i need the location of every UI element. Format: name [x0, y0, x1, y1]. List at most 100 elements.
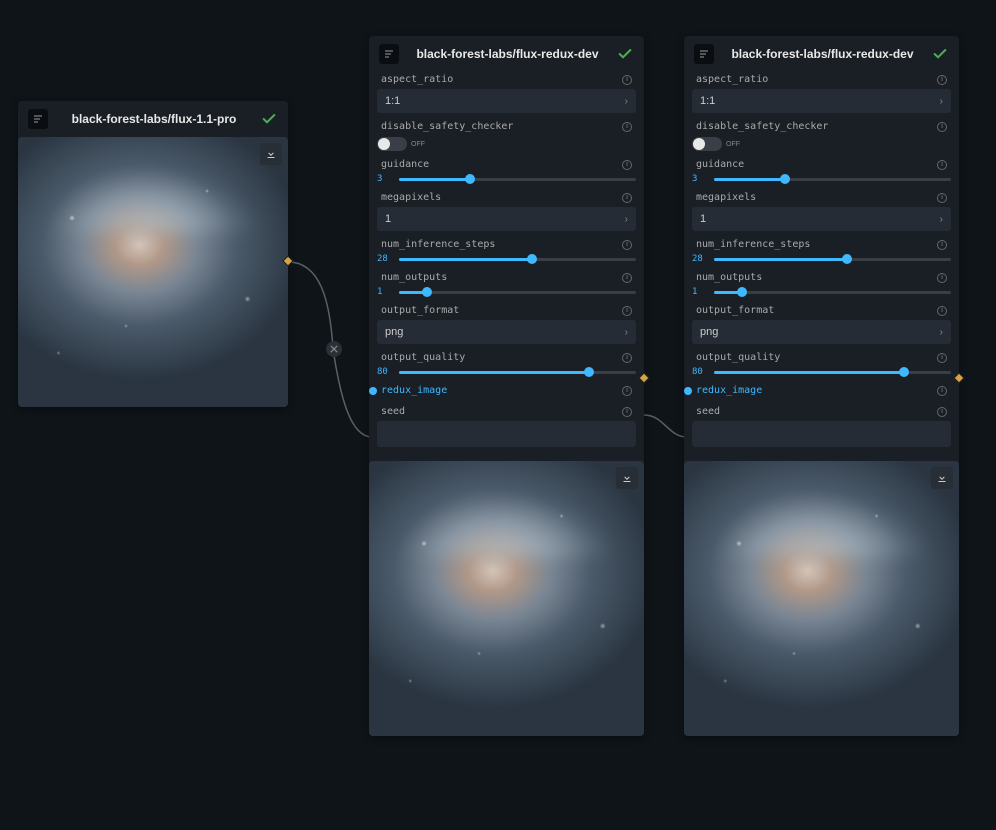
replicate-logo-icon [379, 44, 399, 64]
steps-slider[interactable] [399, 258, 636, 261]
node-header[interactable]: black-forest-labs/flux-redux-dev [684, 36, 959, 72]
param-num-outputs: num_outputs i 1 [692, 270, 951, 297]
node-flux-1.1-pro[interactable]: black-forest-labs/flux-1.1-pro [18, 101, 288, 407]
info-icon[interactable]: i [937, 386, 947, 396]
node-flux-redux-dev-a[interactable]: black-forest-labs/flux-redux-dev aspect_… [369, 36, 644, 736]
param-label: output_format [381, 305, 459, 316]
output-image[interactable] [369, 461, 644, 736]
info-icon[interactable]: i [622, 273, 632, 283]
info-icon[interactable]: i [937, 160, 947, 170]
seed-input[interactable] [692, 421, 951, 447]
chevron-right-icon: › [940, 96, 943, 107]
seed-input[interactable] [377, 421, 636, 447]
download-button[interactable] [931, 467, 953, 489]
slider-value: 1 [692, 287, 708, 297]
param-guidance: guidance i 3 [692, 157, 951, 184]
output-port[interactable] [953, 372, 964, 383]
param-label: output_quality [381, 352, 465, 363]
param-label: seed [696, 406, 720, 417]
param-disable-safety-checker: disable_safety_checker i OFF [377, 119, 636, 151]
node-header[interactable]: black-forest-labs/flux-1.1-pro [18, 101, 288, 137]
slider-value: 28 [692, 254, 708, 264]
param-aspect-ratio: aspect_ratio i 1:1 › [377, 72, 636, 113]
info-icon[interactable]: i [622, 193, 632, 203]
param-output-format: output_format i png › [692, 303, 951, 344]
info-icon[interactable]: i [622, 386, 632, 396]
output-format-select[interactable]: png › [377, 320, 636, 344]
info-icon[interactable]: i [622, 75, 632, 85]
output-image[interactable] [18, 137, 288, 407]
generated-image-placeholder [369, 461, 644, 736]
info-icon[interactable]: i [937, 353, 947, 363]
input-port[interactable] [684, 387, 692, 395]
slider-value: 80 [692, 367, 708, 377]
info-icon[interactable]: i [622, 160, 632, 170]
info-icon[interactable]: i [622, 353, 632, 363]
param-label: num_inference_steps [381, 239, 495, 250]
info-icon[interactable]: i [622, 240, 632, 250]
status-check-icon [260, 110, 278, 128]
slider-value: 80 [377, 367, 393, 377]
aspect-ratio-select[interactable]: 1:1 › [692, 89, 951, 113]
safety-checker-toggle[interactable] [377, 137, 407, 151]
input-port[interactable] [369, 387, 377, 395]
info-icon[interactable]: i [937, 122, 947, 132]
node-flux-redux-dev-b[interactable]: black-forest-labs/flux-redux-dev aspect_… [684, 36, 959, 736]
param-label: disable_safety_checker [696, 121, 828, 132]
slider-value: 28 [377, 254, 393, 264]
chevron-right-icon: › [625, 214, 628, 225]
info-icon[interactable]: i [937, 240, 947, 250]
node-title: black-forest-labs/flux-redux-dev [722, 47, 923, 61]
info-icon[interactable]: i [622, 122, 632, 132]
param-num-inference-steps: num_inference_steps i 28 [377, 237, 636, 264]
param-redux-image: redux_image i [692, 383, 951, 398]
param-aspect-ratio: aspect_ratio i 1:1 › [692, 72, 951, 113]
info-icon[interactable]: i [937, 193, 947, 203]
param-num-outputs: num_outputs i 1 [377, 270, 636, 297]
output-port[interactable] [638, 372, 649, 383]
status-check-icon [616, 45, 634, 63]
guidance-slider[interactable] [399, 178, 636, 181]
download-button[interactable] [616, 467, 638, 489]
safety-checker-toggle[interactable] [692, 137, 722, 151]
param-label: aspect_ratio [381, 74, 453, 85]
param-num-inference-steps: num_inference_steps i 28 [692, 237, 951, 264]
slider-value: 3 [377, 174, 393, 184]
param-output-quality: output_quality i 80 [377, 350, 636, 377]
param-redux-image: redux_image i [377, 383, 636, 398]
outputs-slider[interactable] [399, 291, 636, 294]
megapixels-select[interactable]: 1 › [377, 207, 636, 231]
node-title: black-forest-labs/flux-redux-dev [407, 47, 608, 61]
info-icon[interactable]: i [937, 306, 947, 316]
collapse-toggle[interactable] [326, 341, 342, 357]
slider-value: 1 [377, 287, 393, 297]
param-label: megapixels [696, 192, 756, 203]
status-check-icon [931, 45, 949, 63]
megapixels-select[interactable]: 1 › [692, 207, 951, 231]
param-label: redux_image [381, 385, 447, 396]
param-seed: seed i [377, 404, 636, 447]
steps-slider[interactable] [714, 258, 951, 261]
quality-slider[interactable] [714, 371, 951, 374]
generated-image-placeholder [18, 137, 288, 407]
guidance-slider[interactable] [714, 178, 951, 181]
replicate-logo-icon [28, 109, 48, 129]
param-megapixels: megapixels i 1 › [377, 190, 636, 231]
aspect-ratio-select[interactable]: 1:1 › [377, 89, 636, 113]
download-button[interactable] [260, 143, 282, 165]
param-label: seed [381, 406, 405, 417]
chevron-right-icon: › [625, 327, 628, 338]
info-icon[interactable]: i [937, 407, 947, 417]
outputs-slider[interactable] [714, 291, 951, 294]
output-image[interactable] [684, 461, 959, 736]
info-icon[interactable]: i [622, 306, 632, 316]
info-icon[interactable]: i [622, 407, 632, 417]
info-icon[interactable]: i [937, 273, 947, 283]
param-label: redux_image [696, 385, 762, 396]
quality-slider[interactable] [399, 371, 636, 374]
output-format-select[interactable]: png › [692, 320, 951, 344]
info-icon[interactable]: i [937, 75, 947, 85]
param-label: guidance [381, 159, 429, 170]
node-header[interactable]: black-forest-labs/flux-redux-dev [369, 36, 644, 72]
param-disable-safety-checker: disable_safety_checker i OFF [692, 119, 951, 151]
